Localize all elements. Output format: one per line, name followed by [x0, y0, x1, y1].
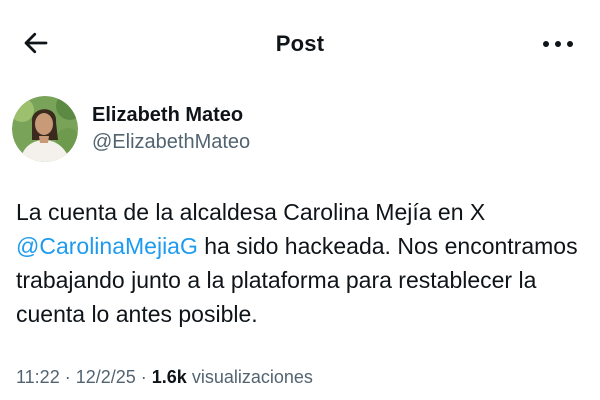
meta-separator: · — [59, 367, 76, 387]
post-time[interactable]: 11:22 — [16, 367, 60, 387]
post-screen: Post Elizabeth Mateo @ElizabethMateo La … — [0, 0, 600, 400]
more-horizontal-icon — [543, 41, 573, 47]
post-author: Elizabeth Mateo @ElizabethMateo — [12, 94, 250, 164]
post-text-start: La cuenta de la alcaldesa Carolina Mejía… — [16, 199, 486, 225]
more-options-button[interactable] — [538, 30, 578, 58]
page-title: Post — [275, 31, 325, 56]
mention-link[interactable]: @CarolinaMejiaG — [16, 233, 198, 259]
post-text: La cuenta de la alcaldesa Carolina Mejía… — [16, 195, 588, 331]
top-bar: Post — [0, 0, 600, 88]
author-handle[interactable]: @ElizabethMateo — [92, 128, 250, 156]
post-date[interactable]: 12/2/25 — [76, 367, 136, 387]
post-metadata: 11:22 · 12/2/25 · 1.6k visualizaciones — [16, 367, 313, 388]
views-label: visualizaciones — [186, 367, 313, 387]
avatar-image — [12, 96, 78, 162]
avatar[interactable] — [12, 96, 78, 162]
author-name[interactable]: Elizabeth Mateo — [92, 102, 250, 128]
meta-separator: · — [135, 367, 152, 387]
views-count: 1.6k — [151, 367, 187, 387]
